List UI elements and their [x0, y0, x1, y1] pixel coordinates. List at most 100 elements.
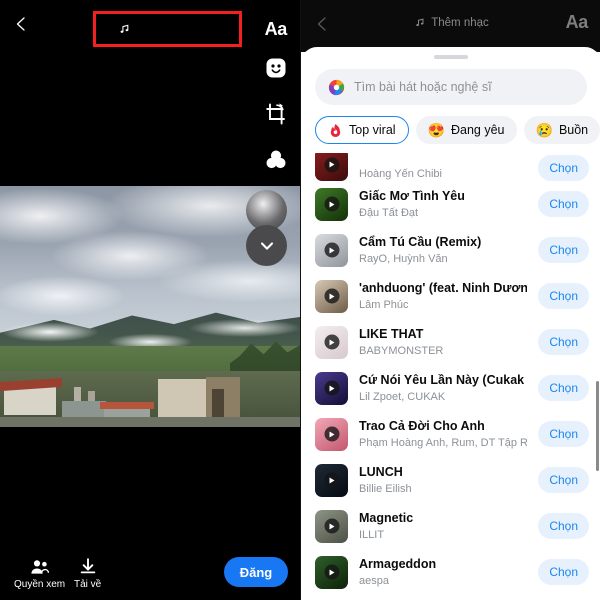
- play-icon[interactable]: [324, 288, 339, 304]
- song-row[interactable]: Trao Cả Đời Cho Anh Phạm Hoàng Anh, Rum, …: [301, 411, 600, 457]
- editor-bottom-bar: Quyền xem Tải về Đăng: [0, 538, 300, 600]
- sheet-drag-handle[interactable]: [434, 55, 468, 59]
- song-artist: Phạm Hoàng Anh, Rum, DT Tập R...: [359, 436, 528, 449]
- song-title: LUNCH: [359, 464, 403, 479]
- select-song-button[interactable]: Chọn: [538, 421, 589, 447]
- song-meta: Armageddon aespa: [359, 557, 527, 588]
- filters-icon[interactable]: [264, 148, 288, 172]
- song-title: Armageddon: [359, 556, 437, 571]
- genre-chip-label: Buồn: [558, 123, 589, 137]
- select-song-button[interactable]: Chọn: [538, 467, 589, 493]
- select-song-button[interactable]: Chọn: [538, 191, 589, 217]
- text-tool-button[interactable]: Aa: [265, 19, 288, 40]
- song-row[interactable]: Cứ Nói Yêu Lần Này (Cukak R... Lil Zpoet,…: [301, 365, 600, 411]
- song-artist: ILLIT: [359, 528, 385, 541]
- editor-panel: Thêm nhạc Aa Quyền xem Tải về Đăng: [0, 0, 300, 600]
- song-row[interactable]: LUNCH Billie Eilish Chọn: [301, 457, 600, 503]
- song-artist: Hoàng Yến Chibi: [359, 168, 442, 180]
- collapse-button[interactable]: [246, 225, 287, 266]
- song-artist: aespa: [359, 574, 389, 587]
- select-song-button[interactable]: Chọn: [538, 559, 589, 585]
- fire-icon: [330, 123, 341, 137]
- dimmed-title-text: Thêm nhạc: [431, 17, 489, 29]
- song-thumbnail: [315, 555, 348, 589]
- search-placeholder: Tìm bài hát hoặc nghệ sĩ: [354, 80, 492, 94]
- genre-chip-row[interactable]: Top viral😍Đang yêu😢Buồn😌: [301, 105, 600, 153]
- song-row[interactable]: Giấc Mơ Tình Yêu Đậu Tất Đạt Chọn: [301, 181, 600, 227]
- genre-chip-label: Đang yêu: [450, 123, 505, 137]
- select-song-button[interactable]: Chọn: [538, 155, 589, 181]
- song-list[interactable]: Hoàng Yến Chibi Chọn Giấc Mơ Tình Yêu Đậu T…: [301, 153, 600, 593]
- song-row[interactable]: Hoàng Yến Chibi Chọn: [301, 153, 600, 181]
- genre-chip-0[interactable]: Top viral: [315, 116, 409, 144]
- song-title: LIKE THAT: [359, 326, 424, 341]
- dual-screenshot: Thêm nhạc Aa Quyền xem Tải về Đăng Thêm …: [0, 0, 600, 600]
- play-icon[interactable]: [324, 472, 339, 488]
- chip-emoji-icon: 😍: [427, 122, 445, 138]
- song-row[interactable]: Armageddon aespa Chọn: [301, 549, 600, 593]
- download-button[interactable]: Tải về: [74, 558, 101, 590]
- back-icon[interactable]: [13, 16, 29, 32]
- genre-chip-label: Top viral: [349, 123, 396, 137]
- song-meta: 'anhduong' (feat. Ninh Dương... Lâm Phúc: [359, 281, 527, 312]
- select-song-button[interactable]: Chọn: [538, 237, 589, 263]
- song-thumbnail: [315, 153, 348, 181]
- song-title: Trao Cả Đời Cho Anh: [359, 418, 485, 433]
- song-artist: BABYMONSTER: [359, 344, 444, 357]
- song-title: Magnetic: [359, 510, 414, 525]
- play-icon[interactable]: [324, 196, 339, 212]
- sticker-icon[interactable]: [264, 56, 288, 80]
- add-music-label: Thêm nhạc: [137, 20, 218, 37]
- crop-rotate-icon[interactable]: [264, 102, 288, 126]
- play-icon[interactable]: [324, 518, 339, 534]
- download-icon: [80, 558, 95, 574]
- song-meta: Giấc Mơ Tình Yêu Đậu Tất Đạt: [359, 189, 527, 220]
- song-thumbnail: [315, 233, 348, 267]
- post-button[interactable]: Đăng: [224, 557, 288, 587]
- song-thumbnail: [315, 325, 348, 359]
- song-meta: Cẩm Tú Cầu (Remix) RayO, Huỳnh Văn: [359, 235, 527, 266]
- song-thumbnail: [315, 417, 348, 451]
- song-title: Cẩm Tú Cầu (Remix): [359, 234, 482, 249]
- permission-button[interactable]: Quyền xem: [14, 559, 65, 590]
- select-song-button[interactable]: Chọn: [538, 375, 589, 401]
- play-icon[interactable]: [324, 564, 339, 580]
- add-music-button[interactable]: Thêm nhạc: [93, 11, 242, 47]
- play-icon[interactable]: [324, 334, 339, 350]
- song-title: 'anhduong' (feat. Ninh Dương...: [359, 280, 528, 295]
- editor-tool-column: [264, 56, 288, 172]
- play-icon[interactable]: [324, 380, 339, 396]
- song-meta: Cứ Nói Yêu Lần Này (Cukak R... Lil Zpoet,…: [359, 373, 527, 404]
- play-icon[interactable]: [324, 426, 339, 442]
- editor-topbar: Thêm nhạc Aa: [0, 0, 300, 60]
- song-row[interactable]: Cẩm Tú Cầu (Remix) RayO, Huỳnh Văn Chọn: [301, 227, 600, 273]
- select-song-button[interactable]: Chọn: [538, 329, 589, 355]
- play-icon[interactable]: [324, 242, 339, 258]
- dimmed-editor-header: Thêm nhạc Aa: [301, 0, 600, 52]
- select-song-button[interactable]: Chọn: [538, 513, 589, 539]
- genre-chip-2[interactable]: 😢 Buồn: [523, 116, 600, 144]
- song-title: Cứ Nói Yêu Lần Này (Cukak R...: [359, 372, 527, 387]
- search-input[interactable]: Tìm bài hát hoặc nghệ sĩ: [315, 69, 587, 105]
- song-thumbnail: [315, 509, 348, 543]
- zing-mp3-icon: [328, 79, 345, 95]
- list-scrollbar[interactable]: [596, 381, 599, 471]
- select-song-button[interactable]: Chọn: [538, 283, 589, 309]
- song-artist: Lil Zpoet, CUKAK: [359, 390, 446, 403]
- song-row[interactable]: Magnetic ILLIT Chọn: [301, 503, 600, 549]
- music-note-icon: [121, 24, 129, 33]
- song-row[interactable]: LIKE THAT BABYMONSTER Chọn: [301, 319, 600, 365]
- song-meta: LIKE THAT BABYMONSTER: [359, 327, 527, 358]
- genre-chip-1[interactable]: 😍 Đang yêu: [415, 116, 517, 144]
- song-artist: Lâm Phúc: [359, 298, 409, 311]
- play-icon[interactable]: [324, 157, 339, 172]
- dimmed-add-music-label: Thêm nhạc: [301, 17, 600, 29]
- chevron-down-icon: [260, 241, 273, 250]
- song-thumbnail: [315, 187, 348, 221]
- song-artist: Đậu Tất Đạt: [359, 206, 419, 219]
- text-tool-button[interactable]: Aa: [566, 12, 589, 33]
- music-picker-panel: Thêm nhạc Aa Tìm bài hát hoặc nghệ sĩ To…: [300, 0, 600, 600]
- people-icon: [30, 560, 49, 574]
- song-meta: Magnetic ILLIT: [359, 511, 527, 542]
- song-row[interactable]: 'anhduong' (feat. Ninh Dương... Lâm Phúc C…: [301, 273, 600, 319]
